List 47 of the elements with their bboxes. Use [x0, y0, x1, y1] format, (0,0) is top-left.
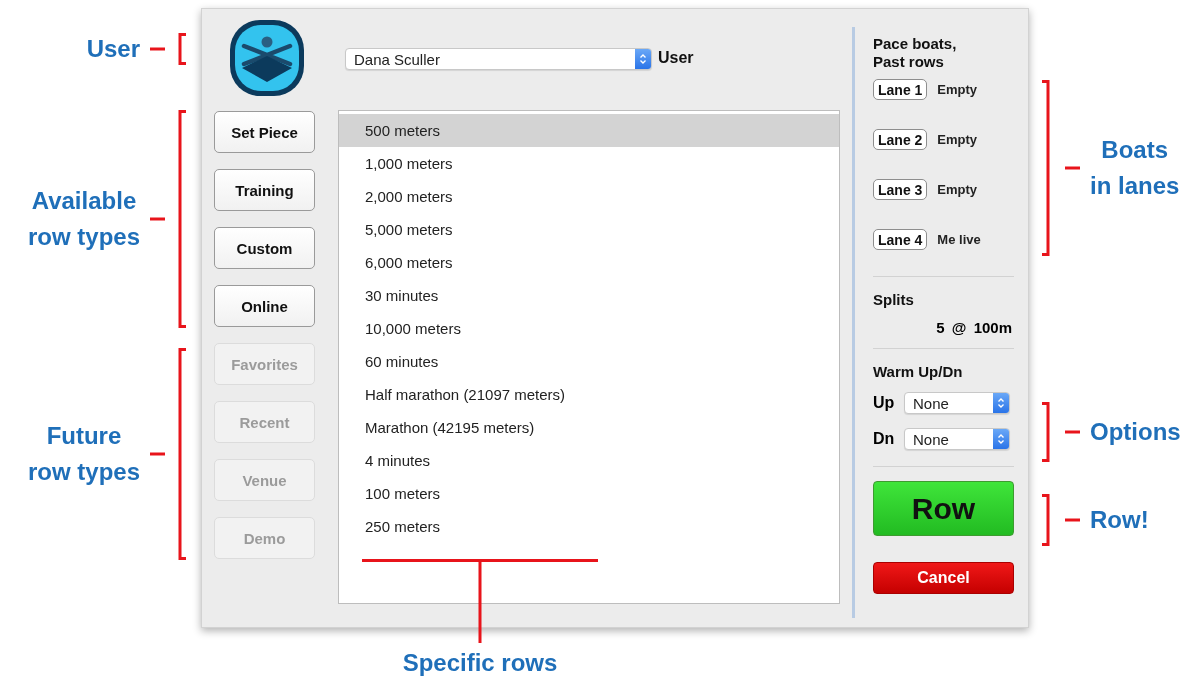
- list-item[interactable]: 10,000 meters: [339, 312, 839, 345]
- row-button[interactable]: Row: [873, 481, 1014, 536]
- lane-status: Me live: [937, 232, 981, 247]
- annotation-label: Options: [1090, 417, 1181, 447]
- list-item[interactable]: 500 meters: [339, 114, 839, 147]
- list-item[interactable]: 1,000 meters: [339, 147, 839, 180]
- cancel-button[interactable]: Cancel: [873, 562, 1014, 594]
- lane-button[interactable]: Lane 1: [873, 79, 928, 100]
- list-item[interactable]: 6,000 meters: [339, 246, 839, 279]
- list-item[interactable]: 60 minutes: [339, 345, 839, 378]
- annotation-label: User: [86, 34, 140, 64]
- dropdown-select[interactable]: None: [904, 392, 1010, 414]
- dropdown-select[interactable]: None: [904, 428, 1010, 450]
- stepper-icon: [997, 397, 1005, 409]
- section-heading: Pace boats, Past rows: [873, 35, 958, 71]
- annotation-label: Row!: [1090, 505, 1149, 535]
- lane-button[interactable]: Lane 3: [873, 179, 928, 200]
- row-type-button[interactable]: Online: [214, 285, 315, 327]
- list-item[interactable]: 100 meters: [339, 477, 839, 510]
- field-label: Up: [873, 394, 896, 412]
- user-label: User: [658, 49, 694, 67]
- lane-button[interactable]: Lane 4: [873, 229, 928, 250]
- list-item[interactable]: 30 minutes: [339, 279, 839, 312]
- section-heading: Splits: [873, 291, 915, 308]
- list-item[interactable]: 250 meters: [339, 510, 839, 543]
- lane-status: Empty: [937, 82, 978, 97]
- dropdown-select[interactable]: Dana Sculler: [345, 48, 652, 70]
- annotation-label: Specific rows: [402, 648, 558, 678]
- row-type-button[interactable]: Training: [214, 169, 315, 211]
- list-item[interactable]: Marathon (42195 meters): [339, 411, 839, 444]
- section-heading: Warm Up/Dn: [873, 363, 964, 380]
- stepper-icon: [997, 433, 1005, 445]
- row-type-button[interactable]: Custom: [214, 227, 315, 269]
- field-label: Dn: [873, 430, 896, 448]
- annotation-label: Available row types: [27, 186, 140, 252]
- lane-button[interactable]: Lane 2: [873, 129, 928, 150]
- annotation-label: Boats in lanes: [1090, 135, 1180, 201]
- row-type-button[interactable]: Set Piece: [214, 111, 315, 153]
- list-item[interactable]: 4 minutes: [339, 444, 839, 477]
- lane-status: Empty: [937, 132, 978, 147]
- list-item[interactable]: 5,000 meters: [339, 213, 839, 246]
- list-item[interactable]: Half marathon (21097 meters): [339, 378, 839, 411]
- splits-value: 5 @ 100m: [935, 319, 1012, 336]
- annotation-label: Future row types: [27, 421, 140, 487]
- list-item[interactable]: 2,000 meters: [339, 180, 839, 213]
- stepper-icon: [639, 53, 647, 65]
- lane-status: Empty: [937, 182, 978, 197]
